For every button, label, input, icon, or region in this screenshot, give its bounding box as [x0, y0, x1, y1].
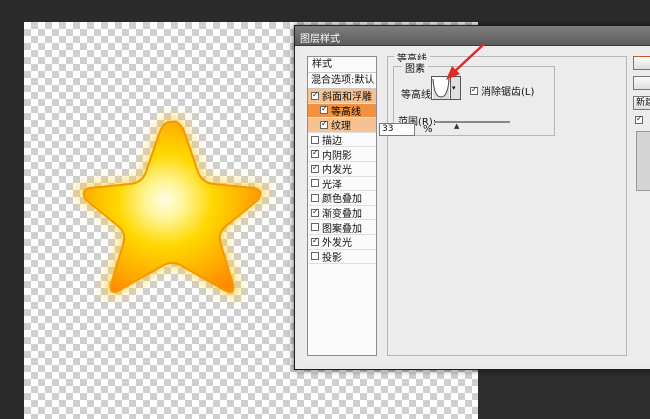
new-style-button[interactable]: 新建: [633, 96, 650, 110]
dialog-title: 图层样式: [300, 34, 340, 45]
chevron-down-icon: ▾: [452, 84, 456, 92]
checkbox-icon[interactable]: [311, 223, 319, 232]
elements-group-title: 图素: [402, 60, 428, 75]
checkbox-icon[interactable]: [311, 90, 319, 100]
checkbox-icon[interactable]: [311, 148, 319, 159]
range-unit: %: [423, 124, 433, 135]
star-layer-image: [76, 115, 268, 298]
checkbox-icon[interactable]: [311, 193, 319, 202]
checkbox-icon[interactable]: [311, 135, 319, 144]
range-slider-track[interactable]: [434, 121, 510, 123]
reset-button[interactable]: [633, 76, 650, 90]
styles-header[interactable]: 样式: [308, 57, 376, 73]
style-item-gradient-overlay[interactable]: 渐变叠加: [308, 206, 376, 221]
style-item-texture[interactable]: 纹理: [308, 118, 376, 133]
ok-button[interactable]: [633, 56, 650, 70]
style-item-pattern-overlay[interactable]: 图案叠加: [308, 220, 376, 235]
checkbox-icon[interactable]: [311, 252, 319, 261]
anti-alias-checkbox[interactable]: [470, 85, 478, 95]
style-item-outer-glow[interactable]: 外发光: [308, 235, 376, 250]
checkbox-icon[interactable]: [320, 119, 328, 129]
dialog-client: 样式 混合选项:默认 斜面和浮雕 等高线 纹理 描边 内阴影 内发光 光泽 颜色…: [299, 46, 650, 365]
anti-alias-option[interactable]: 消除锯齿(L): [470, 83, 534, 98]
style-item-drop-shadow[interactable]: 投影: [308, 250, 376, 265]
contour-label: 等高线:: [401, 90, 435, 101]
style-item-satin[interactable]: 光泽: [308, 177, 376, 192]
range-slider-thumb-icon[interactable]: ▲: [454, 122, 459, 130]
options-bar-edge: [0, 0, 650, 22]
checkbox-icon[interactable]: [311, 179, 319, 188]
style-preview-thumbnail: [636, 131, 650, 191]
checkbox-icon[interactable]: [311, 207, 319, 217]
styles-list: 样式 混合选项:默认 斜面和浮雕 等高线 纹理 描边 内阴影 内发光 光泽 颜色…: [307, 56, 377, 356]
workspace: 图层样式 样式 混合选项:默认 斜面和浮雕 等高线 纹理 描边 内阴影 内发光 …: [0, 0, 650, 419]
checkbox-icon[interactable]: [320, 104, 328, 115]
checkbox-icon[interactable]: [311, 163, 319, 173]
style-item-color-overlay[interactable]: 颜色叠加: [308, 191, 376, 206]
annotation-arrow-icon: [446, 43, 485, 80]
blending-options-item[interactable]: 混合选项:默认: [308, 73, 376, 89]
preview-checkbox[interactable]: [635, 114, 643, 124]
style-item-stroke[interactable]: 描边: [308, 133, 376, 148]
style-item-inner-glow[interactable]: 内发光: [308, 162, 376, 177]
style-item-bevel-emboss[interactable]: 斜面和浮雕: [308, 89, 376, 104]
checkbox-icon[interactable]: [311, 236, 319, 246]
style-item-contour[interactable]: 等高线: [308, 103, 376, 119]
style-item-inner-shadow[interactable]: 内阴影: [308, 147, 376, 162]
anti-alias-label: 消除锯齿(L): [481, 87, 535, 98]
range-input[interactable]: 33: [379, 123, 415, 136]
